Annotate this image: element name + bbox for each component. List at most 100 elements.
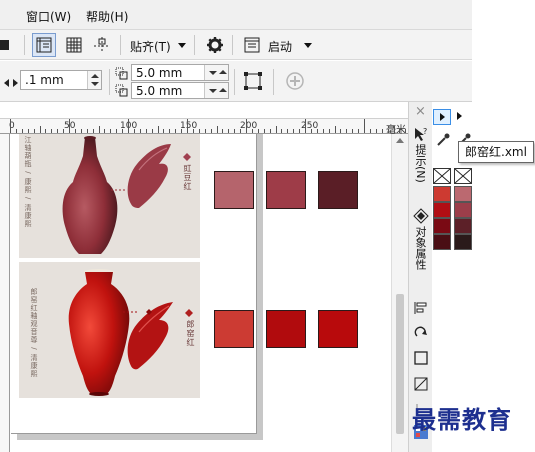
triangle-right-icon[interactable] bbox=[457, 112, 462, 120]
ruler-tick bbox=[139, 129, 141, 133]
triangle-right-icon bbox=[439, 113, 445, 121]
ruler-tick bbox=[316, 129, 318, 133]
align-icon[interactable] bbox=[413, 300, 429, 316]
ruler-tick bbox=[299, 129, 301, 133]
ruler-tick bbox=[240, 129, 242, 133]
outline-width-icon bbox=[4, 75, 18, 94]
no-color-swatch[interactable] bbox=[433, 168, 451, 184]
duplicate-x-field[interactable]: 5.0 mm bbox=[131, 64, 229, 81]
ruler-tick bbox=[45, 129, 47, 133]
ruler-tick bbox=[128, 119, 129, 133]
horizontal-ruler[interactable]: 0 50 100 150 200 250 毫米 bbox=[0, 118, 466, 136]
ruler-tick bbox=[198, 129, 200, 133]
artwork-card-2[interactable]: 郎窑红釉观音尊 / 清康熙 郎窑红 bbox=[19, 262, 200, 398]
ruler-tick bbox=[92, 129, 94, 133]
artwork-card-1[interactable]: 江轴葫瓶 / 康熙 / 清康熙 豇豆红 bbox=[19, 134, 200, 258]
scroll-up-icon[interactable] bbox=[396, 138, 404, 143]
vertical-ruler[interactable] bbox=[0, 134, 10, 452]
tab-hints[interactable]: 提示(N) bbox=[412, 144, 428, 183]
chevron-down-icon[interactable] bbox=[178, 43, 186, 48]
ruler-tick bbox=[104, 129, 106, 133]
stepper-icon[interactable] bbox=[204, 83, 228, 98]
watermark-logo: 最需教育 bbox=[412, 405, 512, 434]
palette-swatch[interactable] bbox=[433, 234, 451, 250]
ruler-tick bbox=[352, 129, 354, 133]
ruler-tick bbox=[157, 126, 159, 133]
no-color-swatch[interactable] bbox=[454, 168, 472, 184]
ruler-tick bbox=[151, 129, 153, 133]
transform-icon[interactable] bbox=[413, 324, 429, 340]
duplicate-y-field[interactable]: 5.0 mm bbox=[131, 82, 229, 99]
ruler-tick bbox=[234, 129, 236, 133]
outline-width-field[interactable]: .1 mm bbox=[20, 70, 102, 90]
color-swatch[interactable] bbox=[266, 310, 306, 348]
ruler-tick bbox=[228, 129, 230, 133]
ruler-tick bbox=[293, 129, 295, 133]
toolbar-separator bbox=[273, 69, 274, 95]
ruler-tick bbox=[39, 126, 41, 133]
ruler-tick bbox=[133, 129, 135, 133]
ruler-tick bbox=[340, 129, 342, 133]
add-plus-icon[interactable] bbox=[283, 69, 307, 93]
palette-swatch[interactable] bbox=[433, 218, 451, 234]
rectangle-icon[interactable] bbox=[413, 350, 429, 366]
color-swatch[interactable] bbox=[266, 171, 306, 209]
hint-arrow-icon[interactable]: ? bbox=[413, 126, 429, 142]
toolbar-separator bbox=[232, 35, 233, 55]
palette-swatch[interactable] bbox=[433, 186, 451, 202]
show-grid-icon[interactable] bbox=[62, 33, 86, 57]
menu-help[interactable]: 帮助(H) bbox=[86, 8, 128, 25]
menu-window[interactable]: 窗口(W) bbox=[26, 8, 71, 25]
ruler-tick bbox=[86, 129, 88, 133]
ruler-tick bbox=[169, 129, 171, 133]
chevron-down-icon[interactable] bbox=[304, 43, 312, 48]
ruler-tick bbox=[328, 129, 330, 133]
ruler-tick bbox=[15, 129, 17, 133]
toolbar-separator bbox=[24, 35, 25, 55]
bounding-box-icon[interactable] bbox=[241, 69, 265, 93]
palette-swatch[interactable] bbox=[454, 218, 472, 234]
ruler-tick bbox=[375, 129, 377, 133]
show-rulers-icon[interactable] bbox=[32, 33, 56, 57]
ruler-tick bbox=[346, 129, 348, 133]
show-guidelines-icon[interactable] bbox=[90, 33, 114, 57]
palette-swatch[interactable] bbox=[433, 202, 451, 218]
gear-icon[interactable] bbox=[203, 33, 227, 57]
duplicate-y-icon bbox=[115, 83, 129, 102]
ruler-tick bbox=[74, 129, 76, 133]
ruler-tick bbox=[145, 129, 147, 133]
launch-label[interactable]: 启动 bbox=[268, 38, 292, 55]
tab-object-properties[interactable]: 对象属性 bbox=[412, 226, 428, 270]
ruler-tick bbox=[281, 129, 283, 133]
ruler-tick bbox=[322, 129, 324, 133]
ruler-tick bbox=[364, 119, 365, 133]
color-swatch[interactable] bbox=[318, 171, 358, 209]
snap-to-dropdown[interactable]: 贴齐(T) bbox=[130, 38, 171, 55]
palette-swatch[interactable] bbox=[454, 202, 472, 218]
shape-icon[interactable] bbox=[413, 376, 429, 392]
palette-tooltip: 郎窑红.xml bbox=[458, 141, 534, 163]
color-swatch[interactable] bbox=[214, 310, 254, 348]
palette-flyout-button[interactable] bbox=[433, 109, 451, 125]
palette-swatch[interactable] bbox=[454, 186, 472, 202]
partial-icon[interactable] bbox=[0, 33, 16, 57]
stepper-icon[interactable] bbox=[87, 71, 101, 89]
eyedropper-icon[interactable] bbox=[436, 132, 450, 151]
color-swatch[interactable] bbox=[318, 310, 358, 348]
ruler-tick bbox=[263, 129, 265, 133]
page-shadow bbox=[257, 134, 263, 440]
close-icon[interactable]: × bbox=[415, 104, 426, 119]
ruler-tick bbox=[116, 129, 118, 133]
ruler-tick bbox=[10, 119, 11, 133]
ruler-tick bbox=[216, 126, 218, 133]
object-properties-icon[interactable] bbox=[413, 208, 429, 224]
ruler-tick bbox=[269, 129, 271, 133]
ruler-tick bbox=[251, 129, 253, 133]
application-launcher-icon[interactable] bbox=[240, 33, 264, 57]
scrollbar-thumb[interactable] bbox=[396, 294, 404, 434]
stepper-icon[interactable] bbox=[204, 65, 228, 80]
color-swatch[interactable] bbox=[214, 171, 254, 209]
vertical-scrollbar[interactable] bbox=[391, 134, 408, 452]
palette-swatch[interactable] bbox=[454, 234, 472, 250]
property-bar: .1 mm 5.0 mm 5.0 mm bbox=[0, 61, 472, 102]
